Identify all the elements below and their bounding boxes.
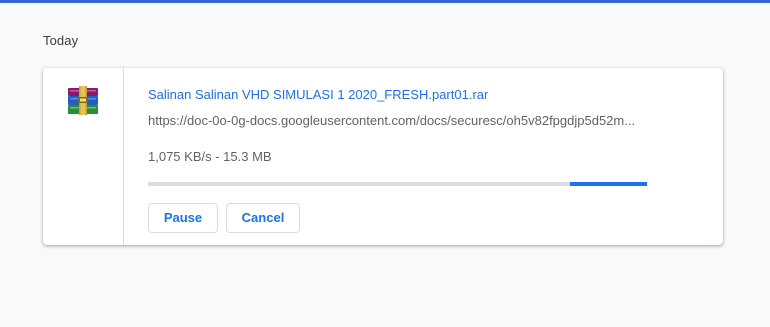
downloaded-file-name-link[interactable]: Salinan Salinan VHD SIMULASI 1 2020_FRES…: [148, 87, 488, 102]
date-section-heading: Today: [43, 33, 79, 48]
download-progress-indicator: [569, 182, 647, 186]
download-item-card: Salinan Salinan VHD SIMULASI 1 2020_FRES…: [43, 68, 723, 245]
download-status-text: 1,075 KB/s - 15.3 MB: [148, 149, 272, 164]
cancel-button[interactable]: Cancel: [226, 203, 300, 233]
download-progress-bar: [148, 182, 647, 186]
download-icon-column: [43, 68, 124, 245]
pause-button[interactable]: Pause: [148, 203, 218, 233]
download-source-url: https://doc-0o-0g-docs.googleusercontent…: [148, 113, 636, 128]
window-top-accent-bar: [0, 0, 770, 3]
winrar-archive-icon: [68, 86, 98, 115]
